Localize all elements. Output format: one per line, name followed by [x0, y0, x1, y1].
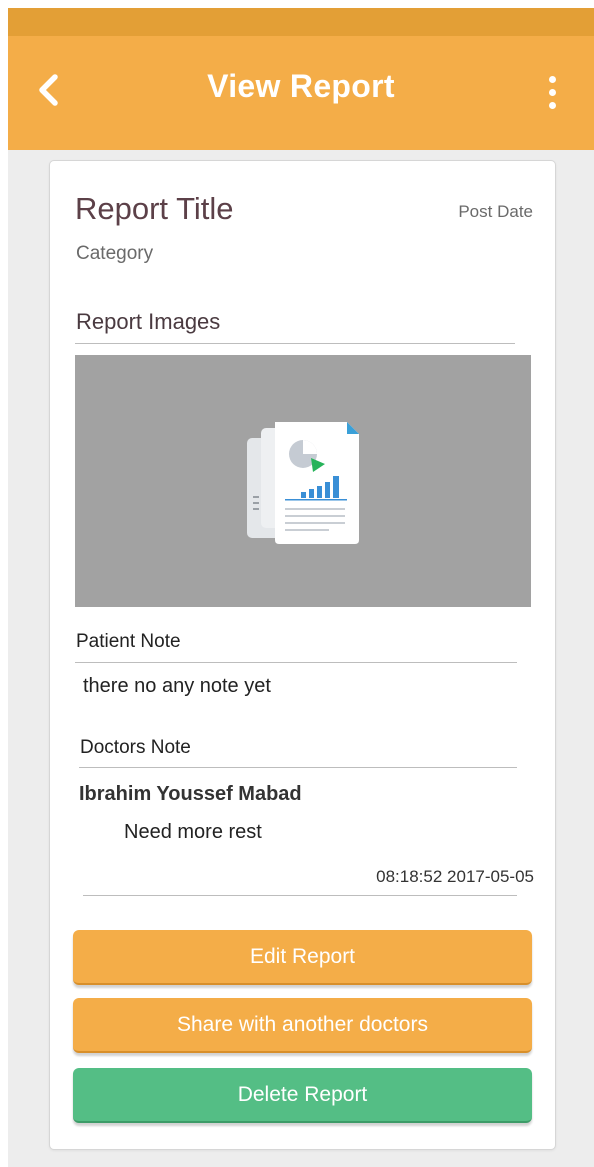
divider — [75, 343, 515, 344]
page-title: View Report — [207, 68, 395, 104]
note-timestamp: 08:18:52 2017-05-05 — [376, 867, 534, 886]
doctors-note-label: Doctors Note — [80, 737, 191, 758]
patient-note-label: Patient Note — [76, 631, 181, 652]
overflow-menu-button[interactable] — [530, 66, 574, 118]
delete-report-button[interactable]: Delete Report — [73, 1068, 532, 1123]
report-category: Category — [76, 243, 154, 264]
report-images-heading: Report Images — [76, 309, 221, 334]
doctor-name: Ibrahim Youssef Mabad — [79, 783, 302, 805]
screen: View Report Report Title Post Date Categ… — [8, 8, 594, 1167]
report-image[interactable] — [75, 355, 531, 607]
report-card: Report Title Post Date Category Report I… — [49, 160, 556, 1150]
divider — [83, 895, 517, 896]
share-report-button[interactable]: Share with another doctors — [73, 998, 532, 1053]
more-vertical-icon — [548, 75, 556, 83]
edit-report-button[interactable]: Edit Report — [73, 930, 532, 985]
divider — [79, 767, 517, 768]
status-bar — [8, 8, 594, 36]
divider — [75, 662, 517, 663]
post-date: Post Date — [458, 202, 533, 221]
doctor-note-text: Need more rest — [124, 821, 262, 843]
patient-note-text: there no any note yet — [83, 675, 271, 697]
report-title: Report Title — [75, 191, 234, 226]
app-bar: View Report — [8, 36, 594, 150]
report-document-icon — [247, 422, 359, 544]
